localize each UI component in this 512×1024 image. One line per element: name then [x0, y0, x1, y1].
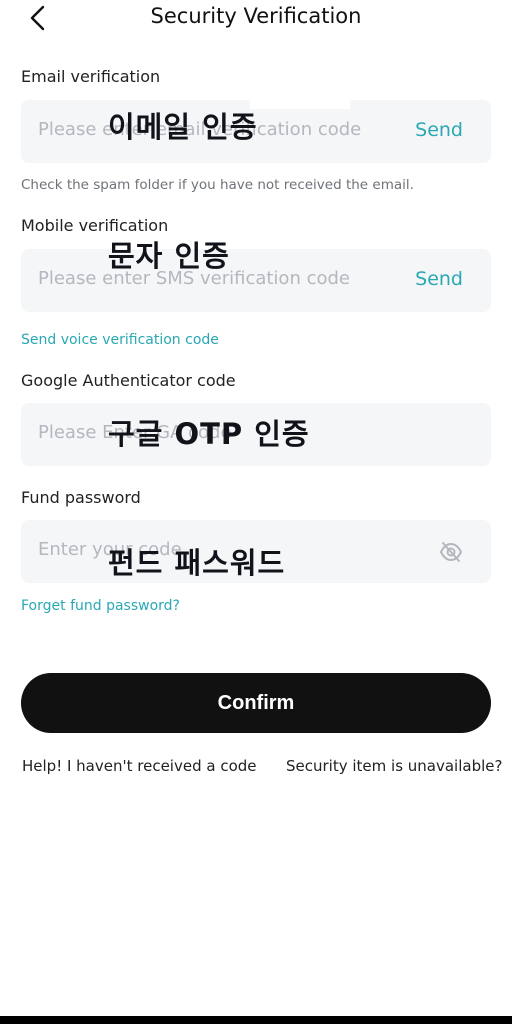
sms-send-button[interactable]: Send [415, 268, 463, 290]
email-hint-text: Check the spam folder if you have not re… [21, 177, 414, 193]
help-no-code-link[interactable]: Help! I haven't received a code [22, 757, 257, 775]
mobile-overlay-label: 문자 인증 [108, 239, 230, 273]
field-mask [250, 97, 350, 109]
email-send-button[interactable]: Send [415, 119, 463, 141]
label-mask [163, 64, 173, 90]
eye-off-icon[interactable] [439, 541, 463, 563]
security-item-unavailable-link[interactable]: Security item is unavailable? [286, 757, 502, 775]
confirm-button[interactable]: Confirm [21, 673, 491, 733]
header: Security Verification [0, 0, 512, 36]
bottom-bar [0, 1016, 512, 1024]
email-verification-label: Email verification [21, 67, 161, 86]
fund-overlay-label: 펀드 패스워드 [108, 546, 286, 580]
google-overlay-label: 구글 OTP 인증 [108, 417, 310, 451]
sms-code-field[interactable]: Please enter SMS verification code Send [21, 249, 491, 312]
forget-fund-password-link[interactable]: Forget fund password? [21, 598, 180, 614]
google-authenticator-label: Google Authenticator code [21, 371, 236, 390]
fund-password-label: Fund password [21, 488, 141, 507]
page-title: Security Verification [150, 4, 362, 28]
send-voice-code-link[interactable]: Send voice verification code [21, 332, 219, 348]
email-overlay-label: 이메일 인증 [108, 110, 258, 144]
